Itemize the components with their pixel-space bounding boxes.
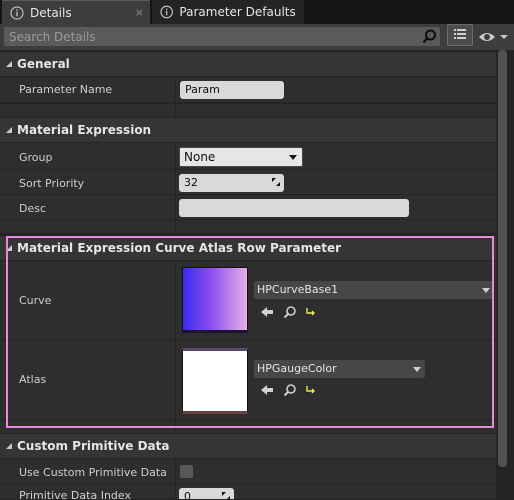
group-dropdown[interactable]: None: [179, 147, 303, 167]
primitive-data-index-value: 0: [184, 490, 191, 500]
category-title: Material Expression: [17, 123, 152, 137]
details-panel: General Parameter Name Param Material Ex…: [0, 50, 496, 500]
browse-icon[interactable]: [283, 383, 297, 397]
column-divider: [175, 420, 176, 434]
tab-details[interactable]: Details ×: [2, 0, 150, 24]
search-row: Search Details: [0, 24, 514, 50]
vertical-scrollbar[interactable]: [498, 50, 507, 467]
property-label: Curve: [19, 294, 52, 307]
sort-priority-spinbox[interactable]: 32: [179, 174, 284, 192]
chevron-down-icon: [413, 367, 421, 372]
column-divider: [175, 170, 176, 195]
eye-icon: [479, 33, 508, 41]
tab-bar: Details × Parameter Defaults: [0, 0, 514, 24]
collapse-arrow-icon[interactable]: [6, 443, 12, 449]
category-title: Material Expression Curve Atlas Row Para…: [17, 241, 342, 255]
column-divider: [175, 484, 176, 499]
collapse-arrow-icon[interactable]: [6, 245, 12, 251]
sort-priority-value: 32: [184, 176, 198, 189]
info-icon: [160, 5, 174, 19]
row-spacer: [0, 220, 496, 234]
column-divider: [175, 261, 176, 340]
search-icon[interactable]: [421, 28, 438, 45]
collapse-arrow-icon[interactable]: [6, 127, 12, 133]
atlas-asset-picker[interactable]: HPGaugeColor: [254, 360, 425, 378]
category-material-expression[interactable]: Material Expression: [0, 118, 496, 142]
category-custom-primitive-data[interactable]: Custom Primitive Data: [0, 434, 496, 458]
atlas-thumbnail[interactable]: [182, 348, 248, 414]
row-use-custom-primitive-data: Use Custom Primitive Data: [0, 459, 496, 484]
desc-field[interactable]: [179, 199, 409, 217]
reset-to-default-icon[interactable]: [304, 305, 318, 319]
row-atlas: Atlas HPGaugeColor: [0, 340, 496, 420]
close-tab-icon[interactable]: ×: [135, 6, 144, 19]
column-divider: [175, 143, 176, 170]
category-title: General: [17, 57, 70, 71]
chevron-down-icon: [289, 155, 297, 160]
row-sort-priority: Sort Priority 32: [0, 170, 496, 195]
resize-arrows-icon: [222, 492, 230, 499]
use-custom-primitive-data-checkbox[interactable]: [180, 465, 193, 478]
visibility-dropdown[interactable]: [477, 28, 511, 46]
reset-to-default-icon[interactable]: [304, 383, 318, 397]
parameter-name-field[interactable]: Param: [180, 81, 284, 99]
property-label: Sort Priority: [19, 177, 85, 190]
row-desc: Desc: [0, 195, 496, 220]
curve-asset-picker[interactable]: HPCurveBase1: [254, 281, 494, 299]
row-parameter-name: Parameter Name Param: [0, 77, 496, 103]
collapse-arrow-icon[interactable]: [6, 61, 12, 67]
row-spacer: [0, 104, 496, 118]
category-general[interactable]: General: [0, 52, 496, 76]
row-curve: Curve HPCurveBase1: [0, 261, 496, 340]
column-divider: [175, 195, 176, 220]
row-group: Group None: [0, 143, 496, 170]
use-selected-arrow-icon[interactable]: [260, 383, 274, 397]
property-label: Primitive Data Index: [19, 489, 131, 500]
column-divider: [175, 459, 176, 484]
property-label: Atlas: [19, 373, 47, 386]
browse-icon[interactable]: [283, 305, 297, 319]
column-divider: [175, 77, 176, 103]
category-title: Custom Primitive Data: [17, 439, 170, 453]
chevron-down-icon: [482, 288, 490, 293]
resize-arrows-icon: [272, 178, 280, 186]
search-input[interactable]: Search Details: [4, 27, 440, 46]
row-spacer: [0, 420, 496, 434]
property-label: Use Custom Primitive Data: [19, 466, 167, 479]
group-value: None: [184, 150, 216, 164]
atlas-asset-name: HPGaugeColor: [257, 362, 337, 375]
tab-details-label: Details: [30, 5, 72, 20]
curve-thumbnail[interactable]: [182, 267, 248, 333]
view-options-button[interactable]: [447, 24, 473, 46]
list-view-icon: [454, 29, 466, 39]
column-divider: [175, 340, 176, 420]
property-label: Group: [19, 151, 53, 164]
tab-parameter-defaults-label: Parameter Defaults: [179, 5, 296, 19]
property-label: Parameter Name: [19, 83, 113, 96]
property-label: Desc: [19, 202, 47, 215]
search-placeholder: Search Details: [9, 30, 96, 44]
category-curve-atlas-row-parameter[interactable]: Material Expression Curve Atlas Row Para…: [0, 236, 496, 260]
row-primitive-data-index: Primitive Data Index 0: [0, 484, 496, 500]
column-divider: [175, 220, 176, 234]
use-selected-arrow-icon[interactable]: [260, 305, 274, 319]
curve-asset-name: HPCurveBase1: [257, 283, 339, 296]
tab-parameter-defaults[interactable]: Parameter Defaults: [152, 0, 304, 24]
column-divider: [175, 104, 176, 118]
primitive-data-index-spinbox[interactable]: 0: [179, 488, 234, 500]
info-icon: [10, 5, 24, 20]
